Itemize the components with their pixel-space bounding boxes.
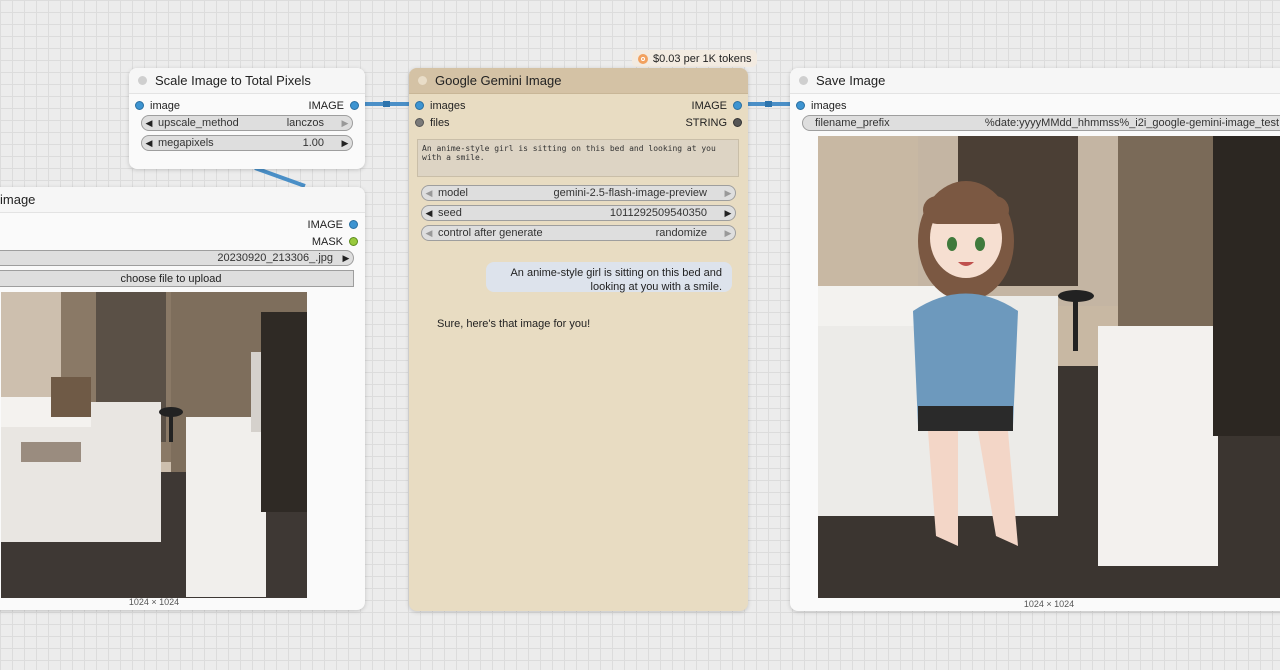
left-arrow-icon[interactable]: ◀ xyxy=(142,138,156,149)
coin-icon xyxy=(638,53,648,64)
scale-image-node[interactable]: Scale Image to Total Pixels image IMAGE … xyxy=(129,68,365,169)
filename-prefix-text[interactable]: filename_prefix %date:yyyyMMdd_hhmmss%_i… xyxy=(802,115,1280,131)
left-arrow-icon[interactable]: ◀ xyxy=(422,208,436,219)
input-image-preview xyxy=(1,292,307,598)
image-size-label: 1024 × 1024 xyxy=(1023,599,1075,609)
widget-label: megapixels xyxy=(158,137,214,149)
price-text: $0.03 per 1K tokens xyxy=(653,52,752,65)
output-slot-image[interactable] xyxy=(350,101,359,110)
output-slot-string[interactable] xyxy=(733,118,742,127)
left-arrow-icon[interactable]: ◀ xyxy=(142,118,156,129)
input-slot-image[interactable] xyxy=(135,101,144,110)
input-slot-images[interactable] xyxy=(796,101,805,110)
slot-label: images xyxy=(430,99,466,112)
gemini-image-node[interactable]: Google Gemini Image images IMAGE files S… xyxy=(409,68,748,611)
right-arrow-icon[interactable]: ▶ xyxy=(721,228,735,239)
node-title-bar[interactable]: Scale Image to Total Pixels xyxy=(129,68,365,94)
right-arrow-icon[interactable]: ▶ xyxy=(721,208,735,219)
control-after-generate-combo[interactable]: ◀ control after generate randomize ▶ xyxy=(421,225,736,241)
widget-label: seed xyxy=(438,207,462,219)
left-arrow-icon[interactable]: ◀ xyxy=(422,188,436,199)
right-arrow-icon[interactable]: ▶ xyxy=(338,138,352,149)
price-badge: $0.03 per 1K tokens xyxy=(632,50,758,67)
slot-label: images xyxy=(811,99,847,112)
widget-value: randomize xyxy=(655,227,707,239)
megapixels-number[interactable]: ◀ megapixels 1.00 ▶ xyxy=(141,135,353,151)
widget-label: upscale_method xyxy=(158,117,239,129)
assistant-message: Sure, here's that image for you! xyxy=(437,318,591,330)
output-slot-mask[interactable] xyxy=(349,237,358,246)
input-slot-files[interactable] xyxy=(415,118,424,127)
widget-label: filename_prefix xyxy=(815,117,890,129)
widget-value: 1011292509540350 xyxy=(609,207,707,219)
slot-label: IMAGE xyxy=(307,218,343,231)
input-slot-images[interactable] xyxy=(415,101,424,110)
collapse-dot-icon[interactable] xyxy=(418,76,427,85)
node-title: image xyxy=(0,192,36,207)
load-image-node[interactable]: image IMAGE MASK 20230920_213306_.jpg ▶ … xyxy=(0,187,365,610)
right-arrow-icon[interactable]: ▶ xyxy=(721,188,735,199)
slot-label: MASK xyxy=(311,235,343,248)
left-arrow-icon[interactable]: ◀ xyxy=(422,228,436,239)
slot-label: files xyxy=(430,116,450,129)
model-combo[interactable]: ◀ model gemini-2.5-flash-image-preview ▶ xyxy=(421,185,736,201)
node-title-bar[interactable]: image xyxy=(0,187,365,213)
node-title: Google Gemini Image xyxy=(435,73,562,88)
node-title: Save Image xyxy=(816,73,886,88)
widget-label: control after generate xyxy=(438,227,543,239)
node-title: Scale Image to Total Pixels xyxy=(155,73,311,88)
image-size-label: 1024 × 1024 xyxy=(128,597,180,607)
widget-value: 1.00 xyxy=(302,137,324,149)
right-arrow-icon[interactable]: ▶ xyxy=(339,253,353,264)
widget-value: %date:yyyyMMdd_hhmmss%_i2i_google-gemini… xyxy=(984,117,1279,129)
output-image-preview xyxy=(818,136,1280,598)
slot-label: IMAGE xyxy=(691,99,727,112)
slot-label: IMAGE xyxy=(308,99,344,112)
save-image-node[interactable]: Save Image images filename_prefix %date:… xyxy=(790,68,1280,611)
collapse-dot-icon[interactable] xyxy=(138,76,147,85)
widget-value: gemini-2.5-flash-image-preview xyxy=(553,187,707,199)
upscale-method-combo[interactable]: ◀ upscale_method lanczos ▶ xyxy=(141,115,353,131)
slot-label: image xyxy=(150,99,180,112)
link-load-to-scale xyxy=(254,166,306,188)
link-midpoint xyxy=(383,101,390,107)
widget-value: 20230920_213306_.jpg xyxy=(217,252,333,264)
collapse-dot-icon[interactable] xyxy=(799,76,808,85)
upload-button[interactable]: choose file to upload xyxy=(0,270,354,287)
node-title-bar[interactable]: Save Image xyxy=(790,68,1280,94)
user-message-bubble: An anime-style girl is sitting on this b… xyxy=(486,262,732,293)
seed-number[interactable]: ◀ seed 1011292509540350 ▶ xyxy=(421,205,736,221)
image-file-combo[interactable]: 20230920_213306_.jpg ▶ xyxy=(0,250,354,266)
output-slot-image[interactable] xyxy=(733,101,742,110)
node-title-bar[interactable]: Google Gemini Image xyxy=(409,68,748,94)
right-arrow-icon[interactable]: ▶ xyxy=(338,118,352,129)
slot-label: STRING xyxy=(685,116,727,129)
link-midpoint xyxy=(765,101,772,107)
widget-label: model xyxy=(438,187,468,199)
widget-value: lanczos xyxy=(286,117,324,129)
prompt-textarea[interactable]: An anime-style girl is sitting on this b… xyxy=(417,139,739,177)
output-slot-image[interactable] xyxy=(349,220,358,229)
